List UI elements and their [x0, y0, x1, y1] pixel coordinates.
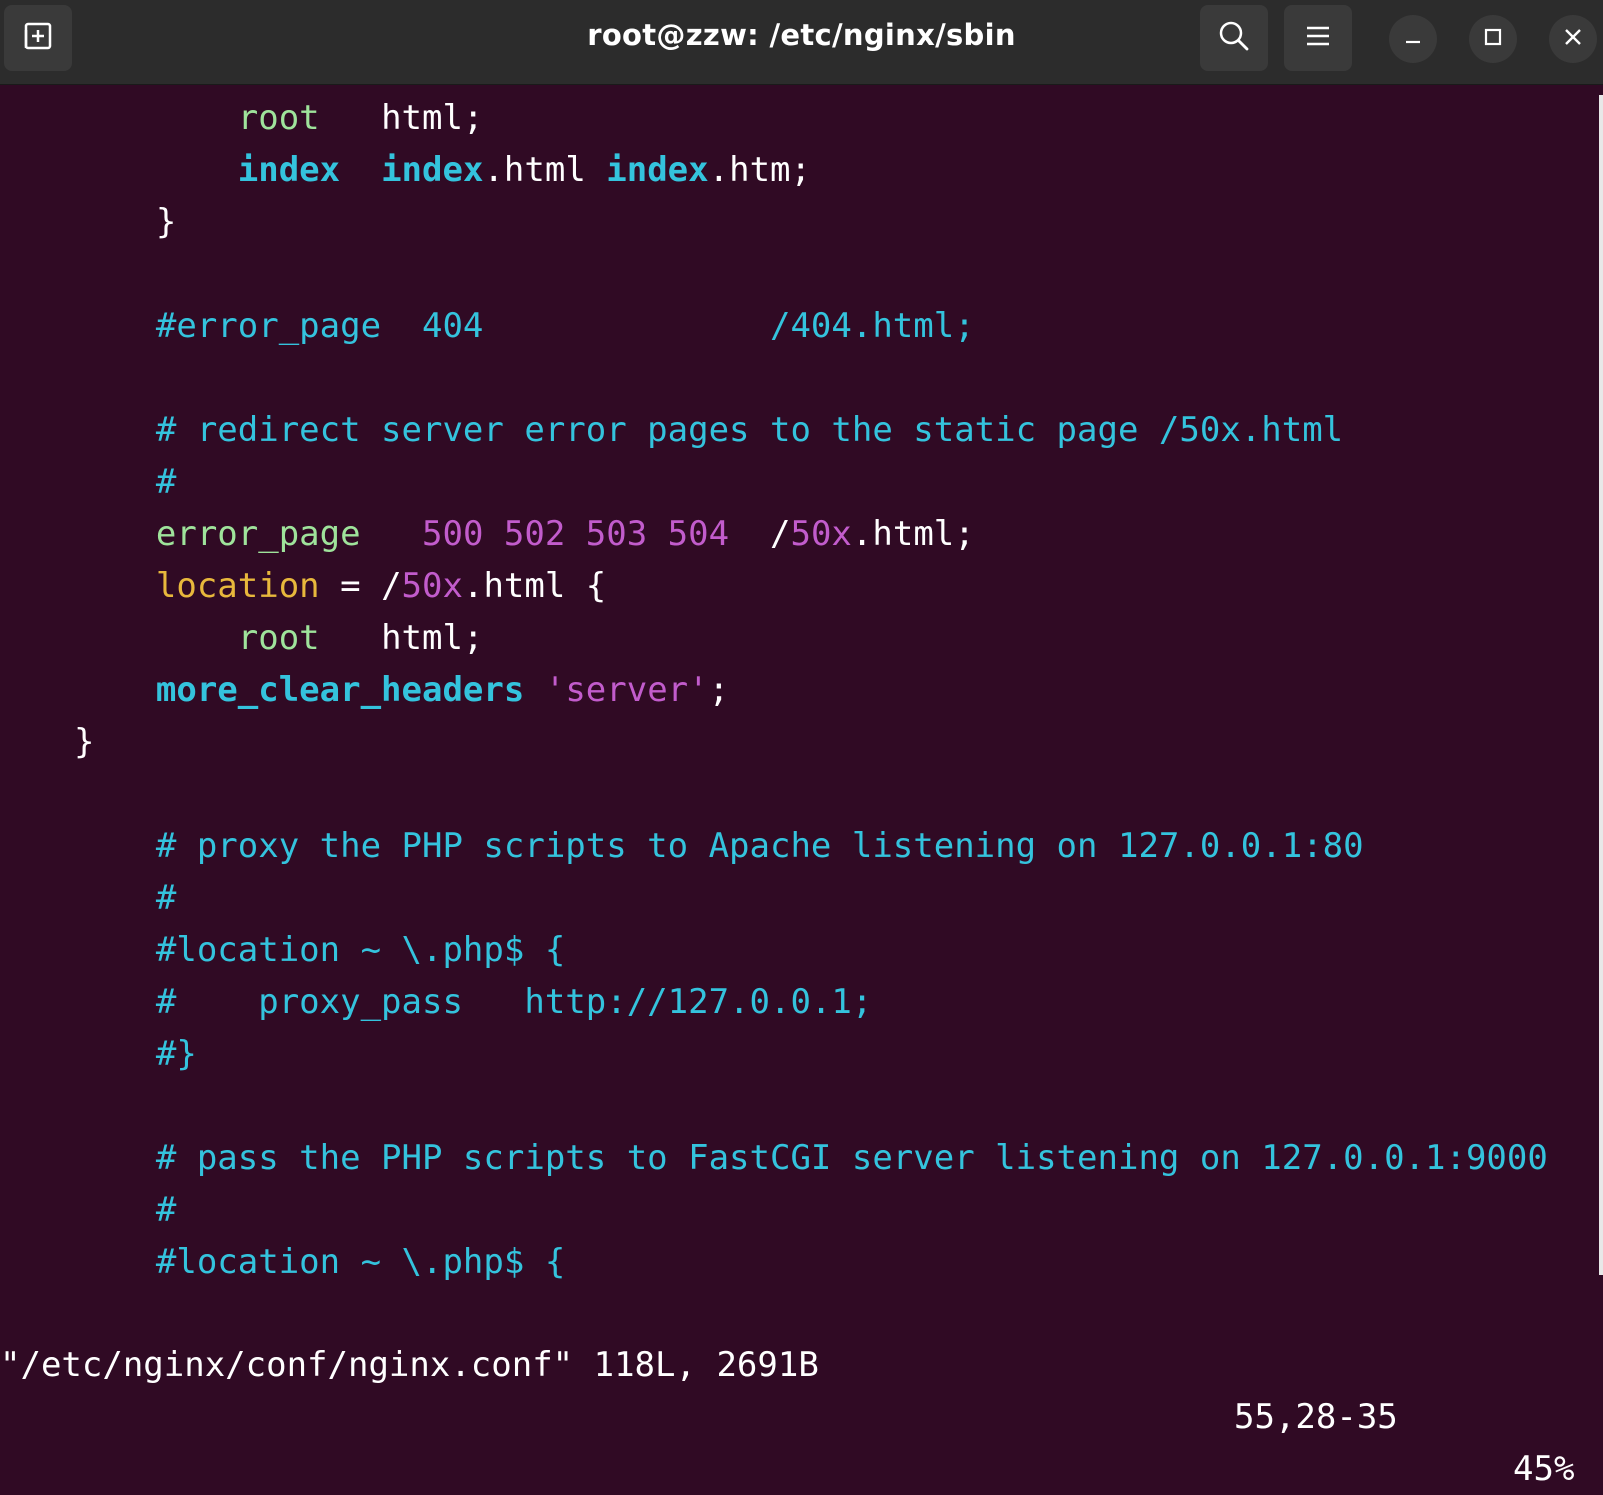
- code-token: html;: [319, 618, 484, 658]
- search-icon: [1218, 20, 1250, 56]
- code-token: }: [74, 202, 177, 242]
- code-token: .html {: [462, 566, 607, 606]
- editor-line: #}: [74, 1028, 197, 1080]
- code-token: # pass the PHP scripts to FastCGI server…: [155, 1138, 1548, 1178]
- code-token: location: [155, 566, 320, 606]
- title-bar: root@zzw: /etc/nginx/sbin: [0, 0, 1603, 85]
- editor-line: #location ~ \.php$ {: [74, 924, 565, 976]
- editor-line: root html;: [74, 92, 484, 144]
- terminal-area[interactable]: root html; index index.html index.htm; }…: [0, 87, 1603, 1338]
- code-token: 50x: [401, 566, 463, 606]
- code-token: index: [606, 150, 709, 190]
- code-token: = /: [319, 566, 402, 606]
- editor-line: #: [74, 456, 176, 508]
- code-token: 'server': [544, 670, 709, 710]
- maximize-button[interactable]: [1469, 15, 1517, 63]
- search-button[interactable]: [1200, 5, 1268, 71]
- code-token: #: [155, 1190, 177, 1230]
- code-token: #error_page 404 /404.html;: [155, 306, 975, 346]
- code-token: }: [74, 722, 95, 762]
- code-token: html;: [319, 98, 484, 138]
- vim-status-line: "/etc/nginx/conf/nginx.conf" 118L, 2691B…: [0, 1287, 1603, 1489]
- code-token: # redirect server error pages to the sta…: [155, 410, 1344, 450]
- cursor-position: 55,28-35: [1234, 1397, 1398, 1437]
- editor-line: # proxy the PHP scripts to Apache listen…: [74, 820, 1364, 872]
- code-token: #: [155, 462, 177, 502]
- scroll-percent: 45%: [1513, 1449, 1575, 1489]
- editor-line: root html;: [74, 612, 484, 664]
- window-title: root@zzw: /etc/nginx/sbin: [587, 18, 1016, 52]
- maximize-icon: [1483, 27, 1503, 51]
- code-token: 50x: [790, 514, 852, 554]
- editor-line: }: [74, 196, 176, 248]
- code-token: /: [729, 514, 791, 554]
- editor-line: location = /50x.html {: [74, 560, 606, 612]
- code-token: .html;: [851, 514, 975, 554]
- code-token: error_page: [155, 514, 361, 554]
- code-token: #location ~ \.php$ {: [155, 1242, 566, 1282]
- code-token: index: [237, 150, 341, 190]
- new-tab-button[interactable]: [4, 5, 72, 71]
- scrollbar[interactable]: [1599, 95, 1603, 1275]
- code-token: ;: [708, 670, 730, 710]
- code-token: #location ~ \.php$ {: [155, 930, 566, 970]
- code-token: #}: [155, 1034, 197, 1074]
- code-token: root: [237, 618, 320, 658]
- code-token: index: [381, 150, 484, 190]
- editor-line: #: [74, 1184, 176, 1236]
- editor-line: # redirect server error pages to the sta…: [74, 404, 1343, 456]
- code-token: 500 502 503 504: [422, 514, 730, 554]
- editor-line: more_clear_headers 'server';: [74, 664, 729, 716]
- hamburger-menu-icon: [1304, 24, 1332, 52]
- new-tab-icon: [21, 19, 55, 57]
- close-button[interactable]: [1549, 15, 1597, 63]
- editor-line: #: [74, 872, 176, 924]
- code-token: # proxy the PHP scripts to Apache listen…: [155, 826, 1364, 866]
- minimize-icon: [1403, 27, 1423, 51]
- editor-line: }: [74, 716, 94, 768]
- file-info: "/etc/nginx/conf/nginx.conf" 118L, 2691B: [0, 1345, 819, 1385]
- editor-line: #error_page 404 /404.html;: [74, 300, 975, 352]
- code-token: #: [155, 878, 177, 918]
- editor-line: # proxy_pass http://127.0.0.1;: [74, 976, 872, 1028]
- code-token: .htm;: [708, 150, 811, 190]
- code-token: root: [237, 98, 320, 138]
- minimize-button[interactable]: [1389, 15, 1437, 63]
- close-icon: [1563, 27, 1583, 51]
- editor-line: index index.html index.htm;: [74, 144, 811, 196]
- editor-line: #location ~ \.php$ {: [74, 1236, 565, 1288]
- editor-line: error_page 500 502 503 504 /50x.html;: [74, 508, 975, 560]
- code-token: # proxy_pass http://127.0.0.1;: [155, 982, 873, 1022]
- editor-line: # pass the PHP scripts to FastCGI server…: [74, 1132, 1548, 1184]
- menu-button[interactable]: [1284, 5, 1352, 71]
- code-token: .html: [483, 150, 607, 190]
- code-token: more_clear_headers: [155, 670, 525, 710]
